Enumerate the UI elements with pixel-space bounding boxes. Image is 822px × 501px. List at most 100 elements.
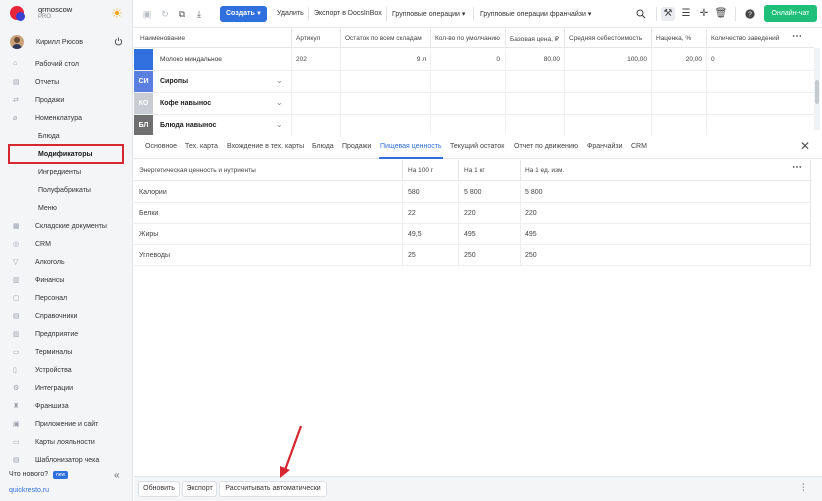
tab-dishes[interactable]: Блюда — [312, 143, 334, 150]
column-header[interactable]: Наценка, % — [656, 35, 702, 42]
column-header[interactable]: Средняя себестоимость — [569, 35, 649, 42]
sidebar-item[interactable]: ⇄ Продажи — [0, 92, 133, 109]
sidebar-item[interactable]: ▯ Устройства — [0, 362, 133, 379]
table-row[interactable]: Белки 22 220 220 — [134, 203, 810, 224]
tab-sales[interactable]: Продажи — [342, 143, 371, 150]
cell-per-100g[interactable]: 580 — [408, 189, 420, 196]
tab-main[interactable]: Основное — [145, 143, 177, 150]
power-icon[interactable] — [114, 37, 123, 46]
column-header[interactable]: Артикул — [296, 35, 336, 42]
table-row[interactable]: Углеводы 25 250 250 — [134, 245, 810, 266]
divider — [651, 93, 652, 114]
cell-per-unit[interactable]: 220 — [525, 210, 537, 217]
tab-crm[interactable]: CRM — [631, 143, 647, 150]
sidebar-item[interactable]: Полуфабрикаты — [0, 182, 133, 199]
create-button[interactable]: Создать ▼ — [220, 6, 267, 22]
chevron-down-icon[interactable]: ⌄ — [276, 120, 283, 129]
sidebar-item-label: Финансы — [35, 277, 65, 284]
brand-name: qrmoscow — [38, 5, 73, 14]
search-icon[interactable] — [634, 7, 648, 21]
column-header[interactable]: Кол-во по умолчанию — [435, 35, 503, 42]
auto-calculate-button[interactable]: Рассчитывать автоматически — [219, 481, 327, 497]
close-icon[interactable]: ✕ — [800, 139, 810, 153]
sidebar-item[interactable]: ▤ Справочники — [0, 308, 133, 325]
table-row[interactable]: СИ Сиропы ⌄ — [134, 71, 814, 93]
cell-stock: 9 л — [416, 56, 426, 63]
brand[interactable]: qrmoscow PRO — [0, 0, 133, 28]
delete-link[interactable]: Удалить — [277, 10, 304, 17]
sidebar-item[interactable]: ▥ Предприятие — [0, 326, 133, 343]
settings-sliders-icon[interactable]: ⫶ — [802, 483, 805, 494]
cell-per-unit[interactable]: 5 800 — [525, 189, 543, 196]
group-operations-dropdown[interactable]: Групповые операции ▾ — [392, 10, 465, 18]
sidebar-item[interactable]: ▤ Шаблонизатор чека — [0, 452, 133, 469]
sidebar-item[interactable]: ▣ Приложение и сайт — [0, 416, 133, 433]
download-icon[interactable]: ⤓ — [194, 9, 204, 19]
cell-per-1kg[interactable]: 495 — [464, 231, 476, 238]
sidebar-item[interactable]: ▦ Складские документы — [0, 218, 133, 235]
trash-icon[interactable]: 🗑︎ — [714, 7, 728, 21]
sidebar-item[interactable]: Меню — [0, 200, 133, 217]
tab-nutrition[interactable]: Пищевая ценность — [380, 143, 442, 150]
table-row[interactable]: КО Кофе навынос ⌄ — [134, 93, 814, 115]
sidebar-item[interactable]: Блюда — [0, 128, 133, 145]
refresh-button[interactable]: Обновить — [138, 481, 180, 497]
table-row[interactable]: БЛ Блюда навынос ⌄ — [134, 115, 814, 137]
list-view-icon[interactable]: ☰ — [679, 7, 693, 21]
tools-icon[interactable]: ⚒ — [661, 7, 675, 21]
cell-per-1kg[interactable]: 250 — [464, 252, 476, 259]
chevron-down-icon[interactable]: ⌄ — [276, 76, 283, 85]
sidebar-item[interactable]: ▽ Алкоголь — [0, 254, 133, 271]
site-link[interactable]: quickresto.ru — [9, 487, 49, 494]
table-row[interactable]: Жиры 49,5 495 495 — [134, 224, 810, 245]
sidebar-item[interactable]: Ингредиенты — [0, 164, 133, 181]
cell-per-100g[interactable]: 22 — [408, 210, 416, 217]
refresh-icon[interactable]: ↻ — [160, 9, 170, 19]
sidebar-item[interactable]: ▭ Карты лояльности — [0, 434, 133, 451]
cell-per-1kg[interactable]: 5 800 — [464, 189, 482, 196]
chevron-down-icon[interactable]: ⌄ — [276, 98, 283, 107]
export-button[interactable]: Экспорт — [182, 481, 217, 497]
move-icon[interactable]: ✛ — [697, 7, 711, 21]
sidebar-item[interactable]: ⌀ Номенклатура — [0, 110, 133, 127]
tab-franchise[interactable]: Франчайзи — [587, 143, 623, 150]
sidebar-item[interactable]: ⚙ Интеграции — [0, 380, 133, 397]
table-row[interactable]: Калории 580 5 800 5 800 — [134, 182, 810, 203]
cell-per-1kg[interactable]: 220 — [464, 210, 476, 217]
more-options-icon[interactable]: ⋯ — [792, 162, 802, 173]
table-row[interactable]: Молоко миндальное 202 9 л 0 80,00 100,00… — [134, 49, 814, 71]
cell-per-100g[interactable]: 49,5 — [408, 231, 422, 238]
sidebar-item[interactable]: ⌂ Рабочий стол — [0, 56, 133, 73]
collapse-sidebar-icon[interactable]: « — [114, 470, 120, 481]
sidebar-item[interactable]: ▭ Терминалы — [0, 344, 133, 361]
scrollbar-thumb[interactable] — [815, 80, 819, 104]
more-options-icon[interactable]: ⋯ — [792, 31, 802, 42]
user-profile[interactable]: Кирилл Рюсов — [0, 34, 133, 52]
column-header[interactable]: Наименование — [140, 35, 290, 42]
tab-tech-card-inclusion[interactable]: Вхождение в тех. карты — [227, 143, 304, 150]
divider — [430, 93, 431, 114]
online-chat-button[interactable]: Онлайн-чат — [764, 5, 817, 22]
grid-scrollbar[interactable] — [814, 48, 820, 130]
sidebar-item[interactable]: ◎ CRM — [0, 236, 133, 253]
help-icon[interactable]: ? — [743, 7, 757, 21]
column-header[interactable]: Количество заведений — [711, 35, 783, 42]
sidebar-item[interactable]: ♜ Франшиза — [0, 398, 133, 415]
tab-tech-card[interactable]: Тех. карта — [185, 143, 218, 150]
sidebar-item[interactable]: ▥ Финансы — [0, 272, 133, 289]
cell-per-100g[interactable]: 25 — [408, 252, 416, 259]
copy-icon[interactable]: ⧉ — [177, 9, 187, 19]
cell-per-unit[interactable]: 250 — [525, 252, 537, 259]
column-header[interactable]: Остаток по всем складам — [345, 35, 427, 42]
tab-movement-report[interactable]: Отчет по движению — [514, 143, 578, 150]
whats-new-link[interactable]: Что нового? — [9, 471, 48, 478]
sidebar-item[interactable]: ▢ Персонал — [0, 290, 133, 307]
save-icon[interactable]: ▣ — [142, 9, 152, 19]
export-docsinbox-link[interactable]: Экспорт в DocsInBox — [314, 10, 382, 17]
tab-current-stock[interactable]: Текущий остаток — [450, 143, 504, 150]
sidebar-item[interactable]: ▤ Отчеты — [0, 74, 133, 91]
sun-icon[interactable] — [112, 8, 122, 18]
franchise-group-operations-dropdown[interactable]: Групповые операции франчайзи ▾ — [480, 10, 591, 18]
column-header[interactable]: Базовая цена, ₽ — [510, 35, 562, 43]
cell-per-unit[interactable]: 495 — [525, 231, 537, 238]
